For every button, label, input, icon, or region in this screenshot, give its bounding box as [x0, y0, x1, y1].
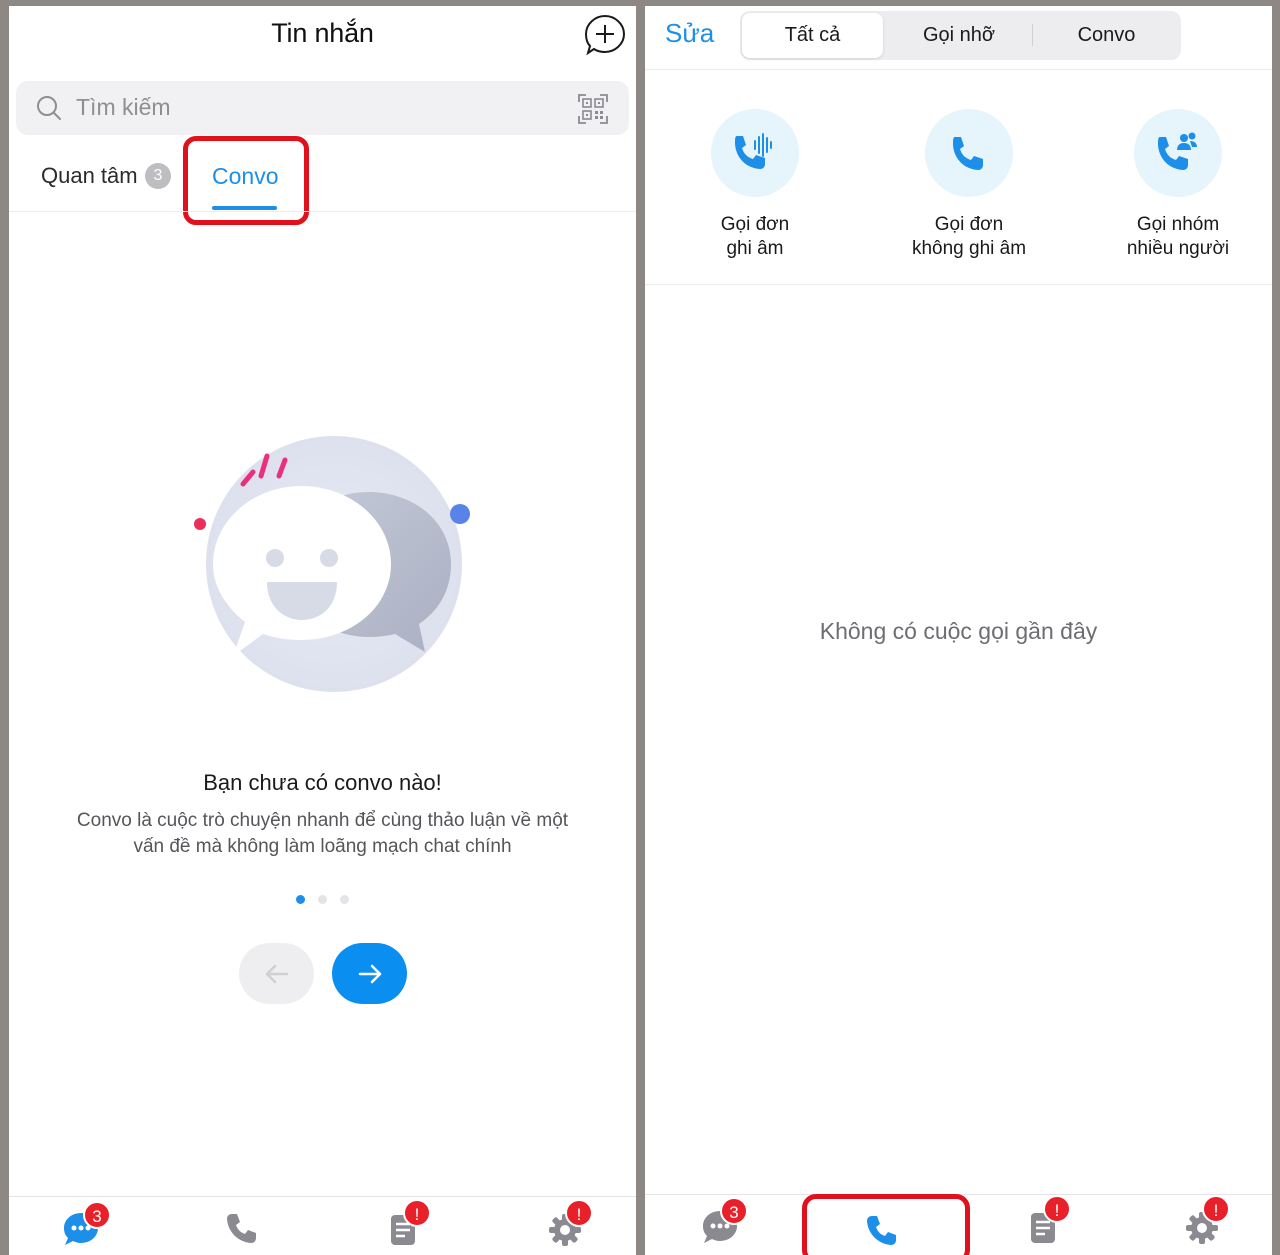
previous-button[interactable]	[239, 943, 314, 1004]
call-option-line1: Gọi đơn	[934, 214, 1004, 235]
call-filter-segmented-control: Tất cả Gọi nhỡ Convo	[740, 11, 1181, 60]
next-button[interactable]	[332, 943, 407, 1004]
page-dot	[318, 895, 327, 904]
divider	[645, 69, 1272, 70]
empty-state-title: Bạn chưa có convo nào!	[203, 770, 442, 795]
segment-convo[interactable]: Convo	[1034, 13, 1179, 58]
nav-settings[interactable]: !	[545, 1199, 593, 1249]
call-option-line2: ghi âm	[726, 238, 784, 259]
search-input[interactable]: Tìm kiếm	[76, 94, 171, 121]
call-option-line1: Gọi nhóm	[1136, 214, 1220, 235]
page-dot	[296, 895, 305, 904]
call-option-circle	[1134, 109, 1222, 197]
arrow-left-icon	[265, 964, 289, 984]
notification-badge: 3	[83, 1201, 111, 1229]
segment-all[interactable]: Tất cả	[742, 13, 883, 58]
alert-badge: !	[403, 1199, 431, 1227]
highlight-box-calls-tab	[802, 1194, 970, 1255]
phone-icon	[953, 137, 983, 170]
alert-badge: !	[565, 1199, 593, 1227]
call-option-group[interactable]: Gọi nhóm nhiều người	[1073, 109, 1272, 261]
plus-circle-icon	[584, 14, 626, 56]
call-option-label: Gọi nhóm nhiều người	[1073, 213, 1272, 261]
qr-code-icon[interactable]	[577, 93, 609, 125]
messages-screen: Tin nhắn Tìm kiếm Quan tâm 3 Convo Bạn c…	[9, 6, 636, 1255]
divider	[645, 284, 1272, 285]
page-dot	[340, 895, 349, 904]
call-option-line2: nhiều người	[1126, 238, 1230, 259]
call-option-recorded[interactable]: Gọi đơn ghi âm	[650, 109, 860, 261]
empty-convo-illustration	[194, 436, 470, 692]
call-option-circle	[925, 109, 1013, 197]
nav-settings[interactable]: !	[1182, 1195, 1230, 1247]
phone-icon	[227, 1214, 256, 1243]
nav-calls[interactable]	[221, 1209, 261, 1249]
call-option-label: Gọi đơn ghi âm	[650, 213, 860, 261]
divider	[9, 211, 636, 212]
tab-quan-tam[interactable]: Quan tâm	[41, 163, 138, 189]
tab-count-badge: 3	[145, 163, 171, 189]
empty-calls-message: Không có cuộc gọi gần đây	[819, 618, 1098, 644]
alert-badge: !	[1043, 1195, 1071, 1223]
nav-contacts[interactable]: !	[383, 1199, 431, 1249]
call-option-line2: không ghi âm	[911, 238, 1027, 259]
compose-button[interactable]	[584, 14, 626, 56]
arrow-right-icon	[358, 964, 382, 984]
nav-messages[interactable]: 3	[700, 1197, 748, 1247]
call-option-label: Gọi đơn không ghi âm	[864, 213, 1074, 261]
search-bar[interactable]: Tìm kiếm	[16, 81, 629, 135]
segment-separator	[1032, 24, 1033, 46]
empty-state-description: Convo là cuộc trò chuyện nhanh để cùng t…	[76, 810, 569, 857]
phone-recording-icon	[735, 133, 772, 169]
call-option-unrecorded[interactable]: Gọi đơn không ghi âm	[864, 109, 1074, 261]
nav-contacts[interactable]: !	[1023, 1195, 1071, 1247]
alert-badge: !	[1202, 1195, 1230, 1223]
call-option-circle	[711, 109, 799, 197]
call-option-line1: Gọi đơn	[720, 214, 790, 235]
group-call-icon	[1158, 132, 1197, 170]
nav-messages[interactable]: 3	[61, 1201, 111, 1249]
notification-badge: 3	[720, 1197, 748, 1225]
bottom-navigation: 3 ! !	[9, 1196, 636, 1255]
pagination-dots	[296, 895, 356, 905]
page-title: Tin nhắn	[271, 18, 374, 48]
edit-button[interactable]: Sửa	[665, 18, 714, 49]
calls-screen: Sửa Tất cả Gọi nhỡ Convo Gọi đơn ghi âm	[645, 6, 1272, 1255]
segment-missed[interactable]: Gọi nhỡ	[888, 13, 1030, 58]
search-icon	[37, 96, 61, 120]
